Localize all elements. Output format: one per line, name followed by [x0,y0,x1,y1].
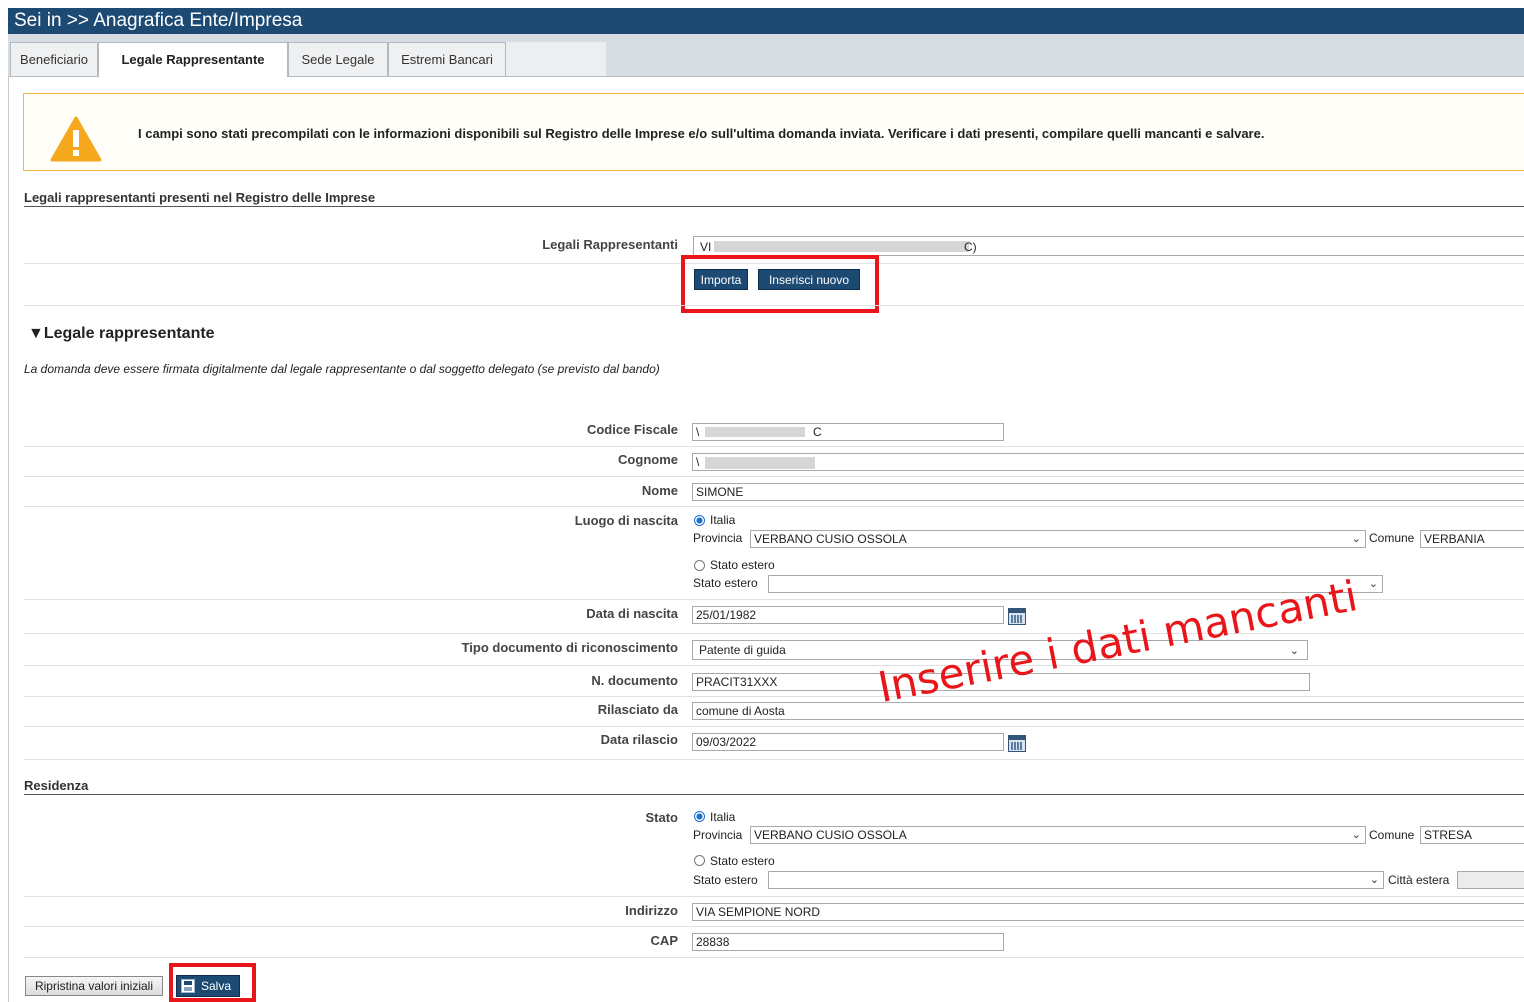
calendar-icon[interactable] [1008,608,1026,625]
provincia-value: VERBANO CUSIO OSSOLA [754,532,907,546]
row-divider [24,665,1524,666]
left-border [8,76,9,1002]
data-nascita-input[interactable]: 25/01/1982 [692,606,1004,624]
luogo-nascita-label: Luogo di nascita [574,513,678,528]
indirizzo-input[interactable]: VIA SEMPIONE NORD [692,903,1524,921]
cognome-label: Cognome [618,452,678,467]
codice-fiscale-input[interactable]: \ C [692,423,1004,441]
provincia-select[interactable]: VERBANO CUSIO OSSOLA ⌄ [750,530,1366,548]
chevron-down-icon: ⌄ [1369,874,1379,886]
section-title-registro: Legali rappresentanti presenti nel Regis… [24,190,376,205]
residenza-comune-label: Comune [1369,828,1415,842]
rilasciato-da-input[interactable]: comune di Aosta [692,702,1524,720]
chevron-down-icon: ⌄ [1289,645,1299,657]
tab-beneficiario[interactable]: Beneficiario [10,42,98,76]
legali-rappresentanti-value-end: C) [964,240,977,254]
row-divider [24,305,1524,306]
legali-rappresentanti-label: Legali Rappresentanti [542,237,678,252]
residenza-provincia-select[interactable]: VERBANO CUSIO OSSOLA ⌄ [750,826,1366,844]
residenza-italia-radio[interactable] [694,811,705,822]
stato-estero-label: Stato estero [693,576,758,590]
row-divider [24,633,1524,634]
nome-input[interactable]: SIMONE [692,483,1524,501]
cap-input[interactable]: 28838 [692,933,1004,951]
residenza-provincia-value: VERBANO CUSIO OSSOLA [754,828,907,842]
residenza-italia-label: Italia [710,810,736,824]
residenza-stato-estero-select[interactable]: ⌄ [768,871,1384,889]
row-divider [24,476,1524,477]
redacted-value [714,241,969,252]
tab-estremi-bancari[interactable]: Estremi Bancari [388,42,506,76]
stato-estero-radio-label: Stato estero [710,558,775,572]
signature-note: La domanda deve essere firmata digitalme… [24,362,660,376]
row-divider [24,957,1524,958]
codice-fiscale-label: Codice Fiscale [586,422,678,437]
codice-fiscale-value-start: \ [696,425,700,439]
row-divider [24,896,1524,897]
chevron-down-icon: ⌄ [1368,578,1378,590]
provincia-label: Provincia [693,531,743,545]
stato-label: Stato [645,810,679,825]
legali-rappresentanti-value-start: VI [700,240,712,254]
tipo-documento-label: Tipo documento di riconoscimento [461,640,678,655]
highlight-box [169,963,256,1002]
divider [24,794,1524,795]
section-toggle-legale[interactable]: ▼Legale rappresentante [28,325,215,343]
data-nascita-label: Data di nascita [586,606,678,621]
tab-legale-rappresentante[interactable]: Legale Rappresentante [98,42,288,77]
residenza-stato-estero-radio[interactable] [694,855,705,866]
warning-text: I campi sono stati precompilati con le i… [138,126,1265,141]
tab-sede-legale[interactable]: Sede Legale [288,42,388,76]
cognome-input[interactable]: \ [692,453,1524,471]
breadcrumb: Sei in >> Anagrafica Ente/Impresa [14,10,303,31]
residenza-stato-estero-label: Stato estero [693,873,758,887]
residenza-comune-input[interactable]: STRESA [1420,826,1524,844]
row-divider [24,446,1524,447]
cap-label: CAP [650,933,678,948]
comune-label: Comune [1369,531,1415,545]
italia-radio-label: Italia [710,513,736,527]
residenza-stato-estero-radio-label: Stato estero [710,854,775,868]
nome-label: Nome [641,483,678,498]
stato-estero-radio[interactable] [694,560,705,571]
data-rilascio-input[interactable]: 09/03/2022 [692,733,1004,751]
calendar-icon[interactable] [1008,735,1026,752]
chevron-down-icon: ⌄ [1351,829,1361,841]
ripristina-button[interactable]: Ripristina valori iniziali [25,976,163,996]
tipo-documento-value: Patente di guida [699,643,786,657]
warning-icon [50,116,102,162]
n-documento-label: N. documento [591,673,678,688]
section-title-residenza: Residenza [24,778,89,793]
tab-bar: Beneficiario Legale Rappresentante Sede … [8,34,1524,77]
data-rilascio-label: Data rilascio [600,732,678,747]
row-divider [24,759,1524,760]
indirizzo-label: Indirizzo [625,903,678,918]
citta-estera-label: Città estera [1388,873,1450,887]
italia-radio[interactable] [694,515,705,526]
cognome-value-start: \ [696,455,700,469]
page-header: Sei in >> Anagrafica Ente/Impresa [8,8,1524,34]
citta-estera-input[interactable] [1457,871,1524,889]
codice-fiscale-value-end: C [813,425,822,439]
residenza-provincia-label: Provincia [693,828,743,842]
comune-input[interactable]: VERBANIA [1420,530,1524,548]
row-divider [24,696,1524,697]
row-divider [24,726,1524,727]
rilasciato-da-label: Rilasciato da [597,702,678,717]
redacted-value [705,457,815,469]
chevron-down-icon: ⌄ [1351,533,1361,545]
legali-rappresentanti-select[interactable]: VI C) [693,236,1524,256]
redacted-value [705,427,805,437]
row-divider [24,926,1524,927]
tab-blank [506,42,606,76]
row-divider [24,506,1524,507]
divider [24,206,1524,207]
